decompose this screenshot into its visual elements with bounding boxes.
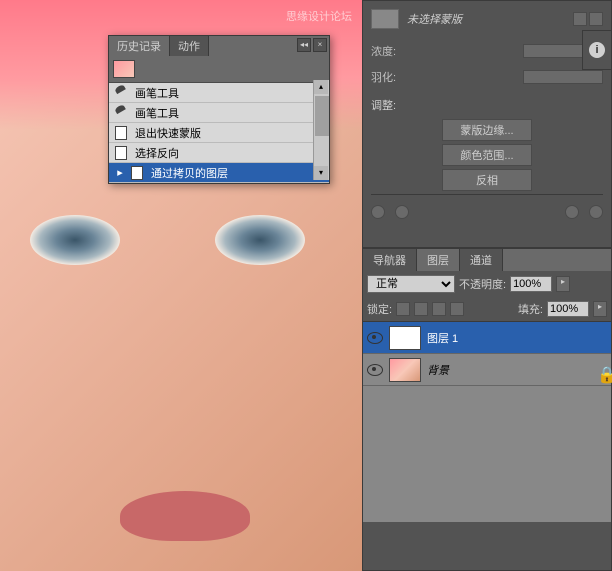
history-item[interactable]: 选择反向 <box>109 143 329 163</box>
lock-label: 锁定: <box>367 301 392 317</box>
mask-delete-icon[interactable] <box>589 205 603 219</box>
mask-footer-icon[interactable] <box>395 205 409 219</box>
image-eye <box>215 215 305 265</box>
layer-name[interactable]: 图层 1 <box>427 330 458 346</box>
history-label: 选择反向 <box>135 145 179 161</box>
scrollbar[interactable]: ▴ ▾ <box>313 80 329 180</box>
panel-close-icon[interactable]: × <box>313 38 327 52</box>
invert-button[interactable]: 反相 <box>442 169 532 191</box>
brush-icon <box>115 106 129 120</box>
opacity-label: 不透明度: <box>459 276 506 292</box>
layer-thumbnail[interactable] <box>389 358 421 382</box>
opacity-input[interactable] <box>510 276 552 292</box>
layer-item[interactable]: 图层 1 <box>363 322 611 354</box>
brush-icon <box>115 86 129 100</box>
mask-thumbnail[interactable] <box>371 9 399 29</box>
fill-arrow[interactable]: ▸ <box>593 301 607 317</box>
tab-history[interactable]: 历史记录 <box>109 36 170 56</box>
lock-icon: 🔒 <box>597 365 607 375</box>
info-panel-collapsed[interactable]: i <box>582 30 612 70</box>
tab-layers[interactable]: 图层 <box>417 249 460 271</box>
history-snapshot[interactable] <box>109 56 329 83</box>
document-icon <box>115 126 129 140</box>
document-icon <box>115 146 129 160</box>
current-state-marker: ▸ <box>115 166 125 179</box>
scroll-thumb[interactable] <box>315 96 329 136</box>
pixel-mask-icon[interactable] <box>573 12 587 26</box>
tab-navigator[interactable]: 导航器 <box>363 249 417 271</box>
history-label: 画笔工具 <box>135 85 179 101</box>
color-range-button[interactable]: 颜色范围... <box>442 144 532 166</box>
mask-footer-icon[interactable] <box>371 205 385 219</box>
feather-slider[interactable] <box>523 70 603 84</box>
layers-panel: 导航器 图层 通道 正常 不透明度: ▸ 锁定: 填充: ▸ <box>362 248 612 571</box>
opacity-arrow[interactable]: ▸ <box>556 276 570 292</box>
history-item[interactable]: 画笔工具 <box>109 103 329 123</box>
image-lips <box>120 491 250 541</box>
feather-label: 羽化: <box>371 69 396 85</box>
right-panel-group: 未选择蒙版 浓度: 羽化: 调整: 蒙版边缘... 颜色范围... 反相 i <box>362 0 612 571</box>
snapshot-thumbnail <box>113 60 135 78</box>
history-label: 退出快速蒙版 <box>135 125 201 141</box>
visibility-icon[interactable] <box>367 364 383 376</box>
layer-name[interactable]: 背景 <box>427 362 449 378</box>
history-item[interactable]: ▸ 通过拷贝的图层 ▾ <box>109 163 329 183</box>
scroll-up-arrow[interactable]: ▴ <box>314 80 328 94</box>
image-eye <box>30 215 120 265</box>
layer-thumbnail[interactable] <box>389 326 421 350</box>
fill-label: 填充: <box>518 301 543 317</box>
history-label: 通过拷贝的图层 <box>151 165 228 181</box>
vector-mask-icon[interactable] <box>589 12 603 26</box>
watermark-text: 思缘设计论坛 <box>286 8 352 24</box>
visibility-icon[interactable] <box>367 332 383 344</box>
history-panel: 历史记录 动作 ◂◂ × 画笔工具 画笔工具 退出快速蒙版 选择反向 ▸ 通过拷… <box>108 35 330 184</box>
fill-input[interactable] <box>547 301 589 317</box>
lock-transparent-icon[interactable] <box>396 302 410 316</box>
mask-footer-icon[interactable] <box>565 205 579 219</box>
adjust-label: 调整: <box>371 97 603 113</box>
lock-pixels-icon[interactable] <box>414 302 428 316</box>
history-label: 画笔工具 <box>135 105 179 121</box>
history-list: 画笔工具 画笔工具 退出快速蒙版 选择反向 ▸ 通过拷贝的图层 ▾ <box>109 83 329 183</box>
tab-actions[interactable]: 动作 <box>170 36 209 56</box>
scroll-down-arrow[interactable]: ▾ <box>314 166 328 180</box>
blend-mode-dropdown[interactable]: 正常 <box>367 275 455 293</box>
panel-minimize-icon[interactable]: ◂◂ <box>297 38 311 52</box>
density-label: 浓度: <box>371 43 396 59</box>
tab-channels[interactable]: 通道 <box>460 249 503 271</box>
history-item[interactable]: 退出快速蒙版 <box>109 123 329 143</box>
mask-status: 未选择蒙版 <box>407 11 462 27</box>
layer-list: 图层 1 背景 🔒 <box>363 322 611 522</box>
info-icon: i <box>589 42 605 58</box>
mask-edge-button[interactable]: 蒙版边缘... <box>442 119 532 141</box>
history-item[interactable]: 画笔工具 <box>109 83 329 103</box>
document-icon <box>131 166 145 180</box>
layer-item[interactable]: 背景 🔒 <box>363 354 611 386</box>
masks-panel: 未选择蒙版 浓度: 羽化: 调整: 蒙版边缘... 颜色范围... 反相 <box>362 0 612 248</box>
lock-all-icon[interactable] <box>450 302 464 316</box>
lock-position-icon[interactable] <box>432 302 446 316</box>
